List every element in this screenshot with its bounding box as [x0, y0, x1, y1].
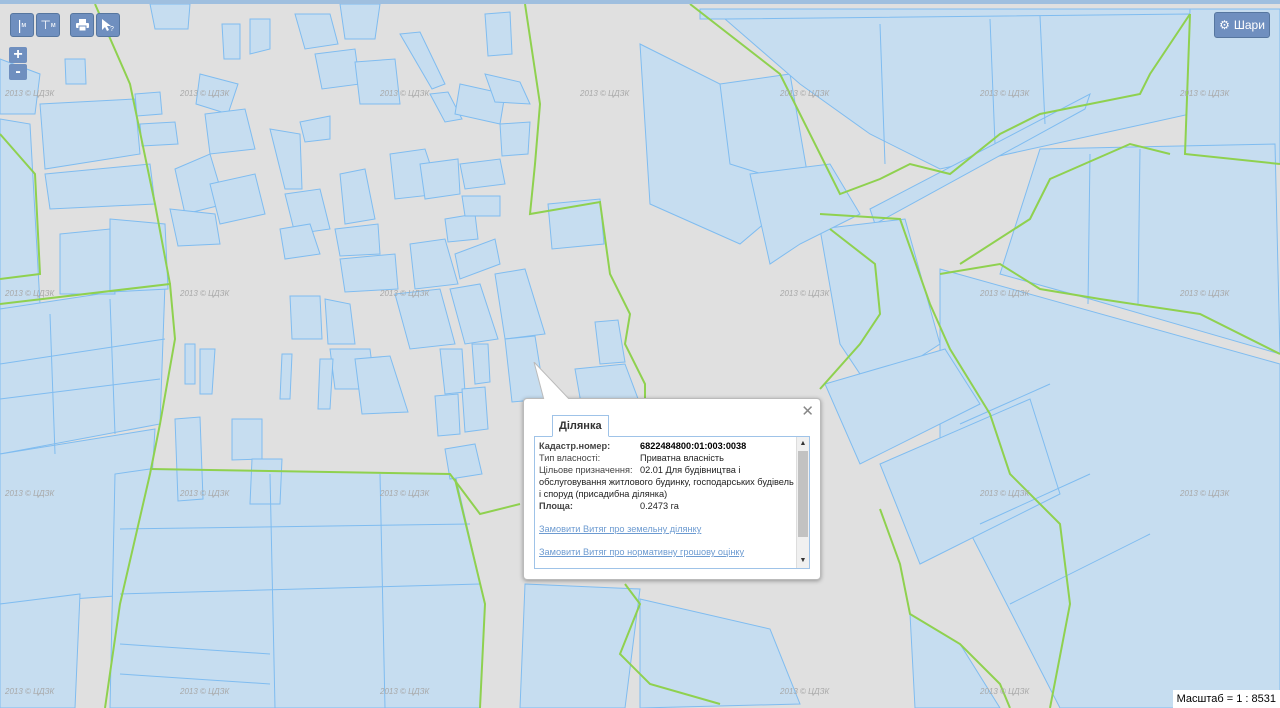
ownership-value: Приватна власність	[640, 453, 724, 463]
measure-line-unit: м	[21, 21, 27, 29]
field-label: Тип власності:	[539, 453, 601, 463]
field-cadastral-number: Кадастр.номер: 6822484800:01:003:0038	[539, 440, 795, 452]
order-valuation-extract-link[interactable]: Замовити Витяг про нормативну грошову оц…	[539, 546, 795, 558]
area-value: 0.2473 га	[640, 501, 679, 511]
cadastral-number: 6822484800:01:003:0038	[640, 441, 747, 451]
parcel[interactable]	[289, 295, 323, 340]
measure-area-unit: м	[50, 21, 56, 29]
parcel[interactable]	[439, 348, 466, 395]
parcel[interactable]	[461, 195, 501, 217]
area-ruler-icon: ⊤	[40, 18, 51, 32]
watermark: 2013 © ЦДЗК	[979, 687, 1030, 696]
field-purpose: Цільове призначення: 02.01 Для будівницт…	[539, 464, 795, 500]
measure-line-button[interactable]: | м	[10, 13, 34, 37]
cadastral-map[interactable]: 2013 © ЦДЗК 2013 © ЦДЗК 2013 © ЦДЗК 2013…	[0, 4, 1280, 708]
parcel[interactable]	[59, 228, 116, 295]
parcel[interactable]	[221, 23, 241, 60]
tools-toolbar: ?	[70, 13, 120, 37]
field-ownership: Тип власності: Приватна власність	[539, 452, 795, 464]
close-icon[interactable]: ✕	[801, 402, 814, 420]
parcel-details: Кадастр.номер: 6822484800:01:003:0038 Ти…	[539, 440, 795, 558]
scroll-thumb[interactable]	[798, 451, 808, 537]
watermark: 2013 © ЦДЗК	[579, 89, 630, 98]
field-label: Кадастр.номер:	[539, 441, 611, 451]
watermark: 2013 © ЦДЗК	[1179, 89, 1230, 98]
svg-text:?: ?	[110, 26, 114, 32]
watermark: 2013 © ЦДЗК	[379, 289, 430, 298]
parcel[interactable]	[471, 343, 491, 385]
print-button[interactable]	[70, 13, 94, 37]
scroll-up-icon[interactable]: ▲	[797, 438, 809, 450]
printer-icon	[75, 19, 89, 31]
parcel-info-popup: ✕ Ділянка Кадастр.номер: 6822484800:01:0…	[523, 362, 821, 580]
parcel[interactable]	[339, 253, 399, 293]
parcel[interactable]	[324, 298, 356, 345]
measure-area-button[interactable]: ⊤ м	[36, 13, 60, 37]
zoom-in-button[interactable]: +	[9, 47, 27, 63]
zoom-out-button[interactable]: -	[9, 64, 27, 80]
tab-parcel[interactable]: Ділянка	[552, 415, 609, 437]
parcel[interactable]	[169, 208, 221, 247]
parcel[interactable]	[149, 4, 191, 30]
cursor-question-icon: ?	[102, 18, 114, 32]
parcel[interactable]	[434, 393, 461, 437]
scroll-down-icon[interactable]: ▼	[797, 555, 809, 567]
watermark: 2013 © ЦДЗК	[779, 289, 830, 298]
field-label: Площа:	[539, 501, 573, 511]
parcel[interactable]	[314, 48, 361, 90]
parcel[interactable]	[279, 353, 293, 400]
parcel[interactable]	[444, 213, 479, 243]
watermark: 2013 © ЦДЗК	[379, 687, 430, 696]
field-area: Площа: 0.2473 га	[539, 500, 795, 512]
popup-scrollbar[interactable]: ▲ ▼	[796, 437, 809, 568]
watermark: 2013 © ЦДЗК	[179, 489, 230, 498]
watermark: 2013 © ЦДЗК	[979, 489, 1030, 498]
parcel[interactable]	[461, 386, 489, 433]
parcel[interactable]	[249, 18, 271, 55]
popup-body: Кадастр.номер: 6822484800:01:003:0038 Ти…	[534, 436, 810, 569]
parcel[interactable]	[339, 4, 381, 40]
popup-pointer	[533, 362, 572, 402]
watermark: 2013 © ЦДЗК	[4, 489, 55, 498]
parcel[interactable]	[499, 121, 531, 157]
parcel[interactable]	[484, 11, 513, 57]
parcel[interactable]	[519, 583, 641, 708]
watermark: 2013 © ЦДЗК	[979, 289, 1030, 298]
watermark: 2013 © ЦДЗК	[4, 687, 55, 696]
watermark: 2013 © ЦДЗК	[179, 289, 230, 298]
parcel[interactable]	[419, 158, 461, 200]
layers-button[interactable]: ⚙ Шари	[1214, 12, 1270, 38]
parcel[interactable]	[334, 223, 381, 257]
map-scale: Масштаб = 1 : 8531	[1172, 690, 1280, 708]
watermark: 2013 © ЦДЗК	[4, 289, 55, 298]
field-label: Цільове призначення:	[539, 465, 633, 475]
parcel[interactable]	[199, 348, 216, 395]
watermark: 2013 © ЦДЗК	[1179, 289, 1230, 298]
watermark: 2013 © ЦДЗК	[779, 89, 830, 98]
watermark: 2013 © ЦДЗК	[1179, 489, 1230, 498]
order-land-extract-link[interactable]: Замовити Витяг про земельну ділянку	[539, 523, 795, 535]
parcel[interactable]	[134, 91, 163, 117]
parcel[interactable]	[231, 418, 263, 461]
measure-toolbar: | м ⊤ м	[10, 13, 60, 37]
identify-button[interactable]: ?	[96, 13, 120, 37]
watermark: 2013 © ЦДЗК	[979, 89, 1030, 98]
parcel[interactable]	[249, 458, 283, 505]
layers-button-label: Шари	[1233, 18, 1265, 32]
parcel[interactable]	[184, 343, 196, 385]
watermark: 2013 © ЦДЗК	[179, 687, 230, 696]
watermark: 2013 © ЦДЗК	[4, 89, 55, 98]
parcel[interactable]	[459, 158, 506, 190]
watermark: 2013 © ЦДЗК	[779, 687, 830, 696]
watermark: 2013 © ЦДЗК	[379, 89, 430, 98]
gear-icon: ⚙	[1219, 18, 1230, 32]
watermark: 2013 © ЦДЗК	[179, 89, 230, 98]
parcel[interactable]	[139, 121, 179, 147]
parcel[interactable]	[317, 358, 334, 410]
watermark: 2013 © ЦДЗК	[379, 489, 430, 498]
parcel[interactable]	[109, 468, 486, 708]
parcel[interactable]	[64, 58, 87, 85]
